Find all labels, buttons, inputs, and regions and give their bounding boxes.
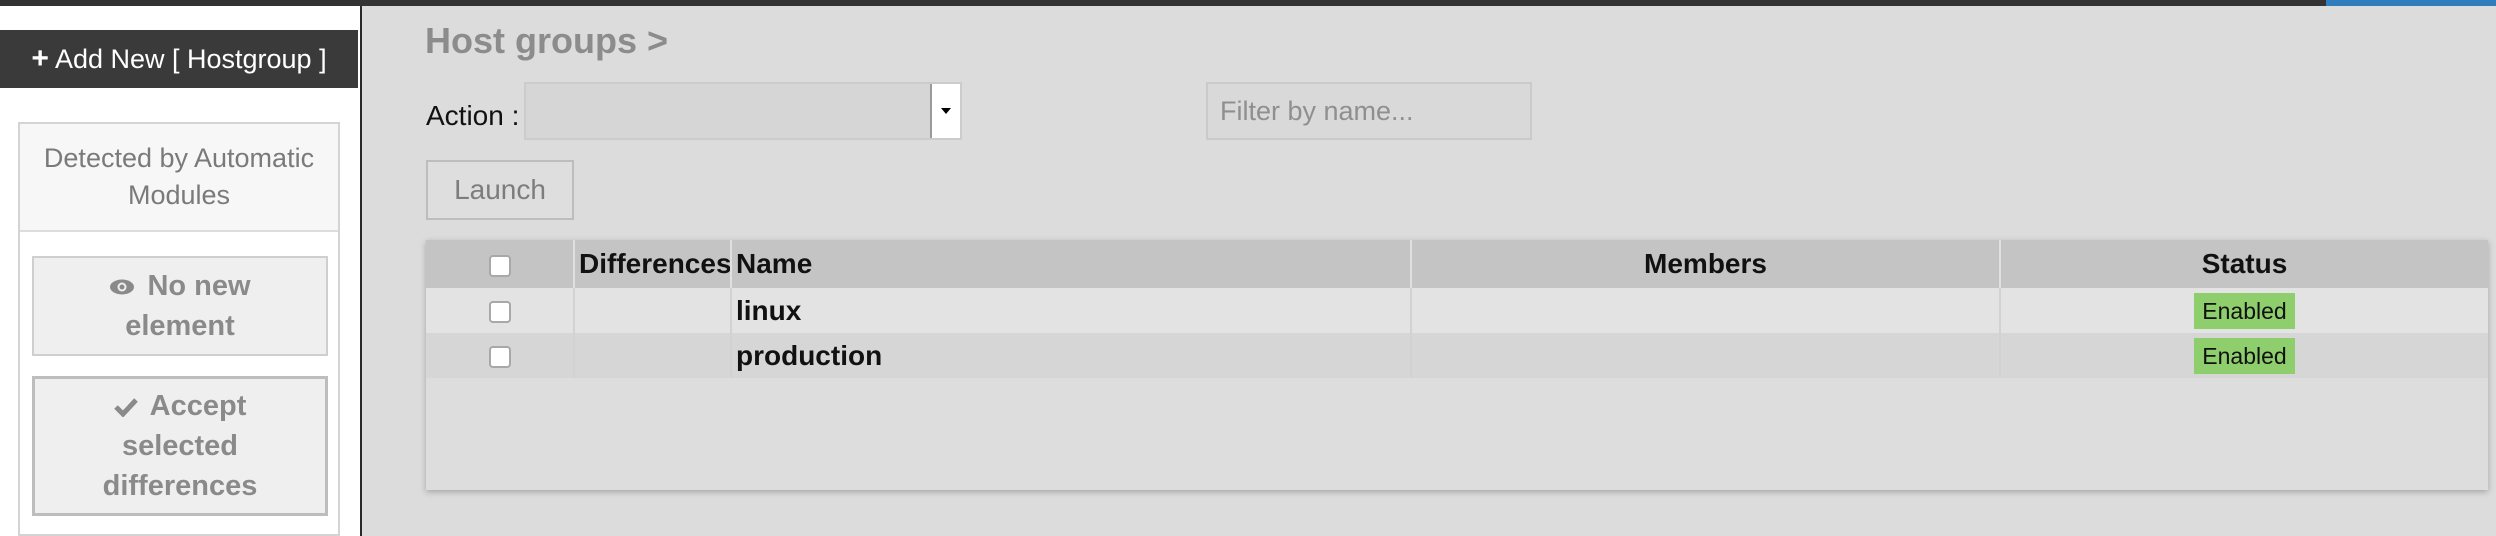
automatic-modules-panel: Detected by Automatic Modules No new ele… (18, 122, 340, 536)
column-header-name[interactable]: Name (731, 240, 1412, 288)
dropdown-arrow-icon[interactable] (930, 84, 960, 138)
column-header-differences[interactable]: Differences (574, 240, 732, 288)
row-differences (574, 288, 732, 333)
automatic-modules-title: Detected by Automatic Modules (20, 124, 338, 232)
status-badge: Enabled (2194, 337, 2295, 374)
row-name[interactable]: production (731, 333, 1412, 378)
table-header-row: Differences Name Members Status (426, 240, 2488, 288)
hostgroups-table: Differences Name Members Status linux En… (426, 240, 2488, 378)
select-all-header (426, 240, 575, 288)
table-row[interactable]: linux Enabled (426, 288, 2488, 333)
no-new-element-label: No new element (52, 266, 308, 346)
action-select[interactable] (524, 82, 962, 140)
top-bar (0, 0, 2496, 6)
select-all-checkbox[interactable] (488, 254, 511, 277)
check-icon (113, 390, 146, 422)
row-members (1411, 288, 2001, 333)
action-label: Action : (426, 100, 520, 131)
eye-icon (109, 270, 143, 302)
row-members (1411, 333, 2001, 378)
launch-button[interactable]: Launch (426, 160, 574, 220)
column-header-status[interactable]: Status (2000, 240, 2488, 288)
row-checkbox[interactable] (488, 346, 511, 369)
row-select-cell (426, 333, 575, 378)
table-row[interactable]: production Enabled (426, 333, 2488, 378)
row-status-cell: Enabled (2000, 333, 2488, 378)
row-name[interactable]: linux (731, 288, 1412, 333)
row-status-cell: Enabled (2000, 288, 2488, 333)
column-header-members[interactable]: Members (1411, 240, 2001, 288)
add-new-label: Add New [ Hostgroup ] (54, 43, 327, 74)
hostgroups-table-container: Differences Name Members Status linux En… (426, 240, 2488, 490)
row-differences (574, 333, 732, 378)
row-select-cell (426, 288, 575, 333)
sidebar: + Add New [ Hostgroup ] Detected by Auto… (0, 6, 362, 536)
no-new-element-button[interactable]: No new element (32, 256, 328, 356)
accept-selected-differences-button[interactable]: Accept selected differences (32, 376, 328, 516)
status-badge: Enabled (2194, 292, 2295, 329)
add-new-hostgroup-button[interactable]: + Add New [ Hostgroup ] (0, 30, 358, 88)
plus-icon: + (31, 42, 49, 75)
accept-selected-differences-label: Accept selected differences (102, 390, 258, 502)
row-checkbox[interactable] (488, 301, 511, 324)
top-bar-accent (2326, 0, 2496, 6)
filter-by-name-input[interactable] (1206, 82, 1532, 140)
page-title: Host groups > (425, 20, 669, 61)
